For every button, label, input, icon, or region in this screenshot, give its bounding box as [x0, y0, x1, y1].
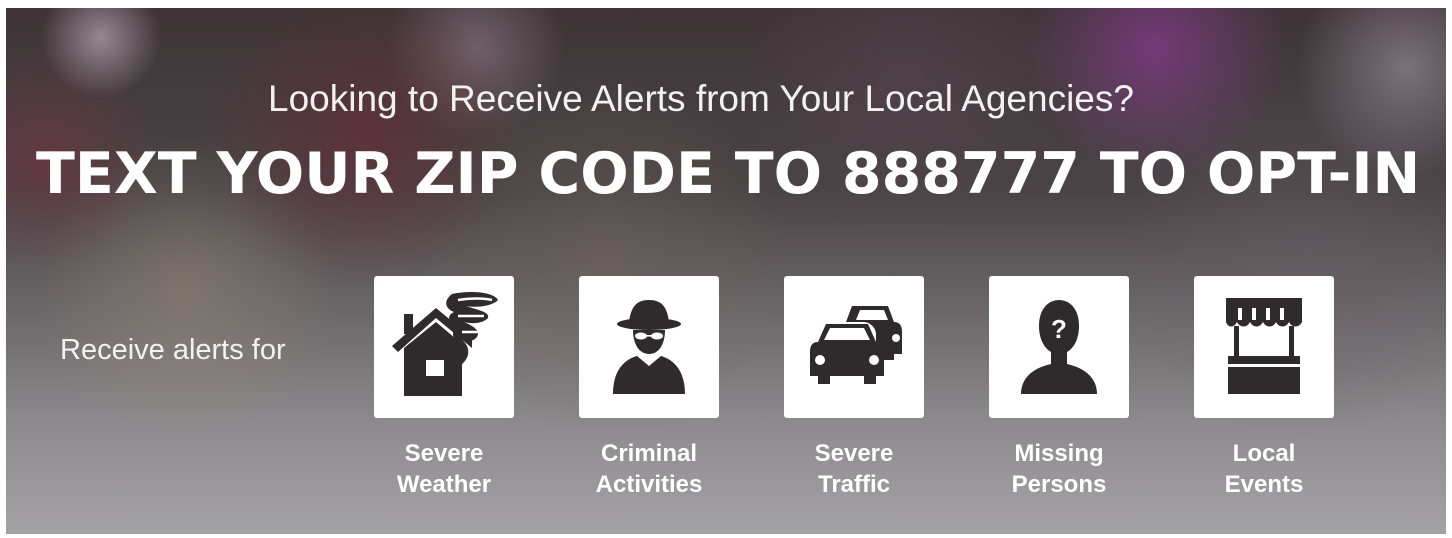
alert-tile — [784, 276, 924, 418]
spy-icon — [613, 300, 685, 394]
alert-label: Local Events — [1224, 440, 1304, 498]
alert-local-events: Local Events — [1174, 276, 1354, 500]
banner-headline: TEXT YOUR ZIP CODE TO 888777 TO OPT-IN — [36, 141, 1421, 207]
alert-label: Severe Weather — [396, 440, 492, 498]
traffic-cars-icon — [810, 306, 902, 384]
alert-severe-weather: Severe Weather — [354, 276, 534, 500]
alert-label: Severe Traffic — [814, 440, 894, 498]
alert-criminal-activities: Criminal Activities — [559, 276, 739, 500]
svg-text:?: ? — [1051, 314, 1067, 344]
alert-tile — [374, 276, 514, 418]
alert-tile — [1194, 276, 1334, 418]
alert-label: Criminal Activities — [595, 440, 703, 498]
alert-tile: ? — [989, 276, 1129, 418]
alert-severe-traffic: Severe Traffic — [764, 276, 944, 500]
alerts-banner: Looking to Receive Alerts from Your Loca… — [6, 8, 1446, 534]
alert-tile — [579, 276, 719, 418]
tornado-house-icon — [392, 292, 498, 396]
receive-alerts-label: Receive alerts for — [60, 334, 286, 366]
market-stall-icon — [1226, 298, 1302, 394]
alert-missing-persons: ? Missing Persons — [969, 276, 1149, 500]
banner-subtitle: Looking to Receive Alerts from Your Loca… — [268, 78, 1134, 119]
missing-person-icon: ? — [1021, 300, 1097, 394]
alert-label: Missing Persons — [1011, 440, 1107, 498]
